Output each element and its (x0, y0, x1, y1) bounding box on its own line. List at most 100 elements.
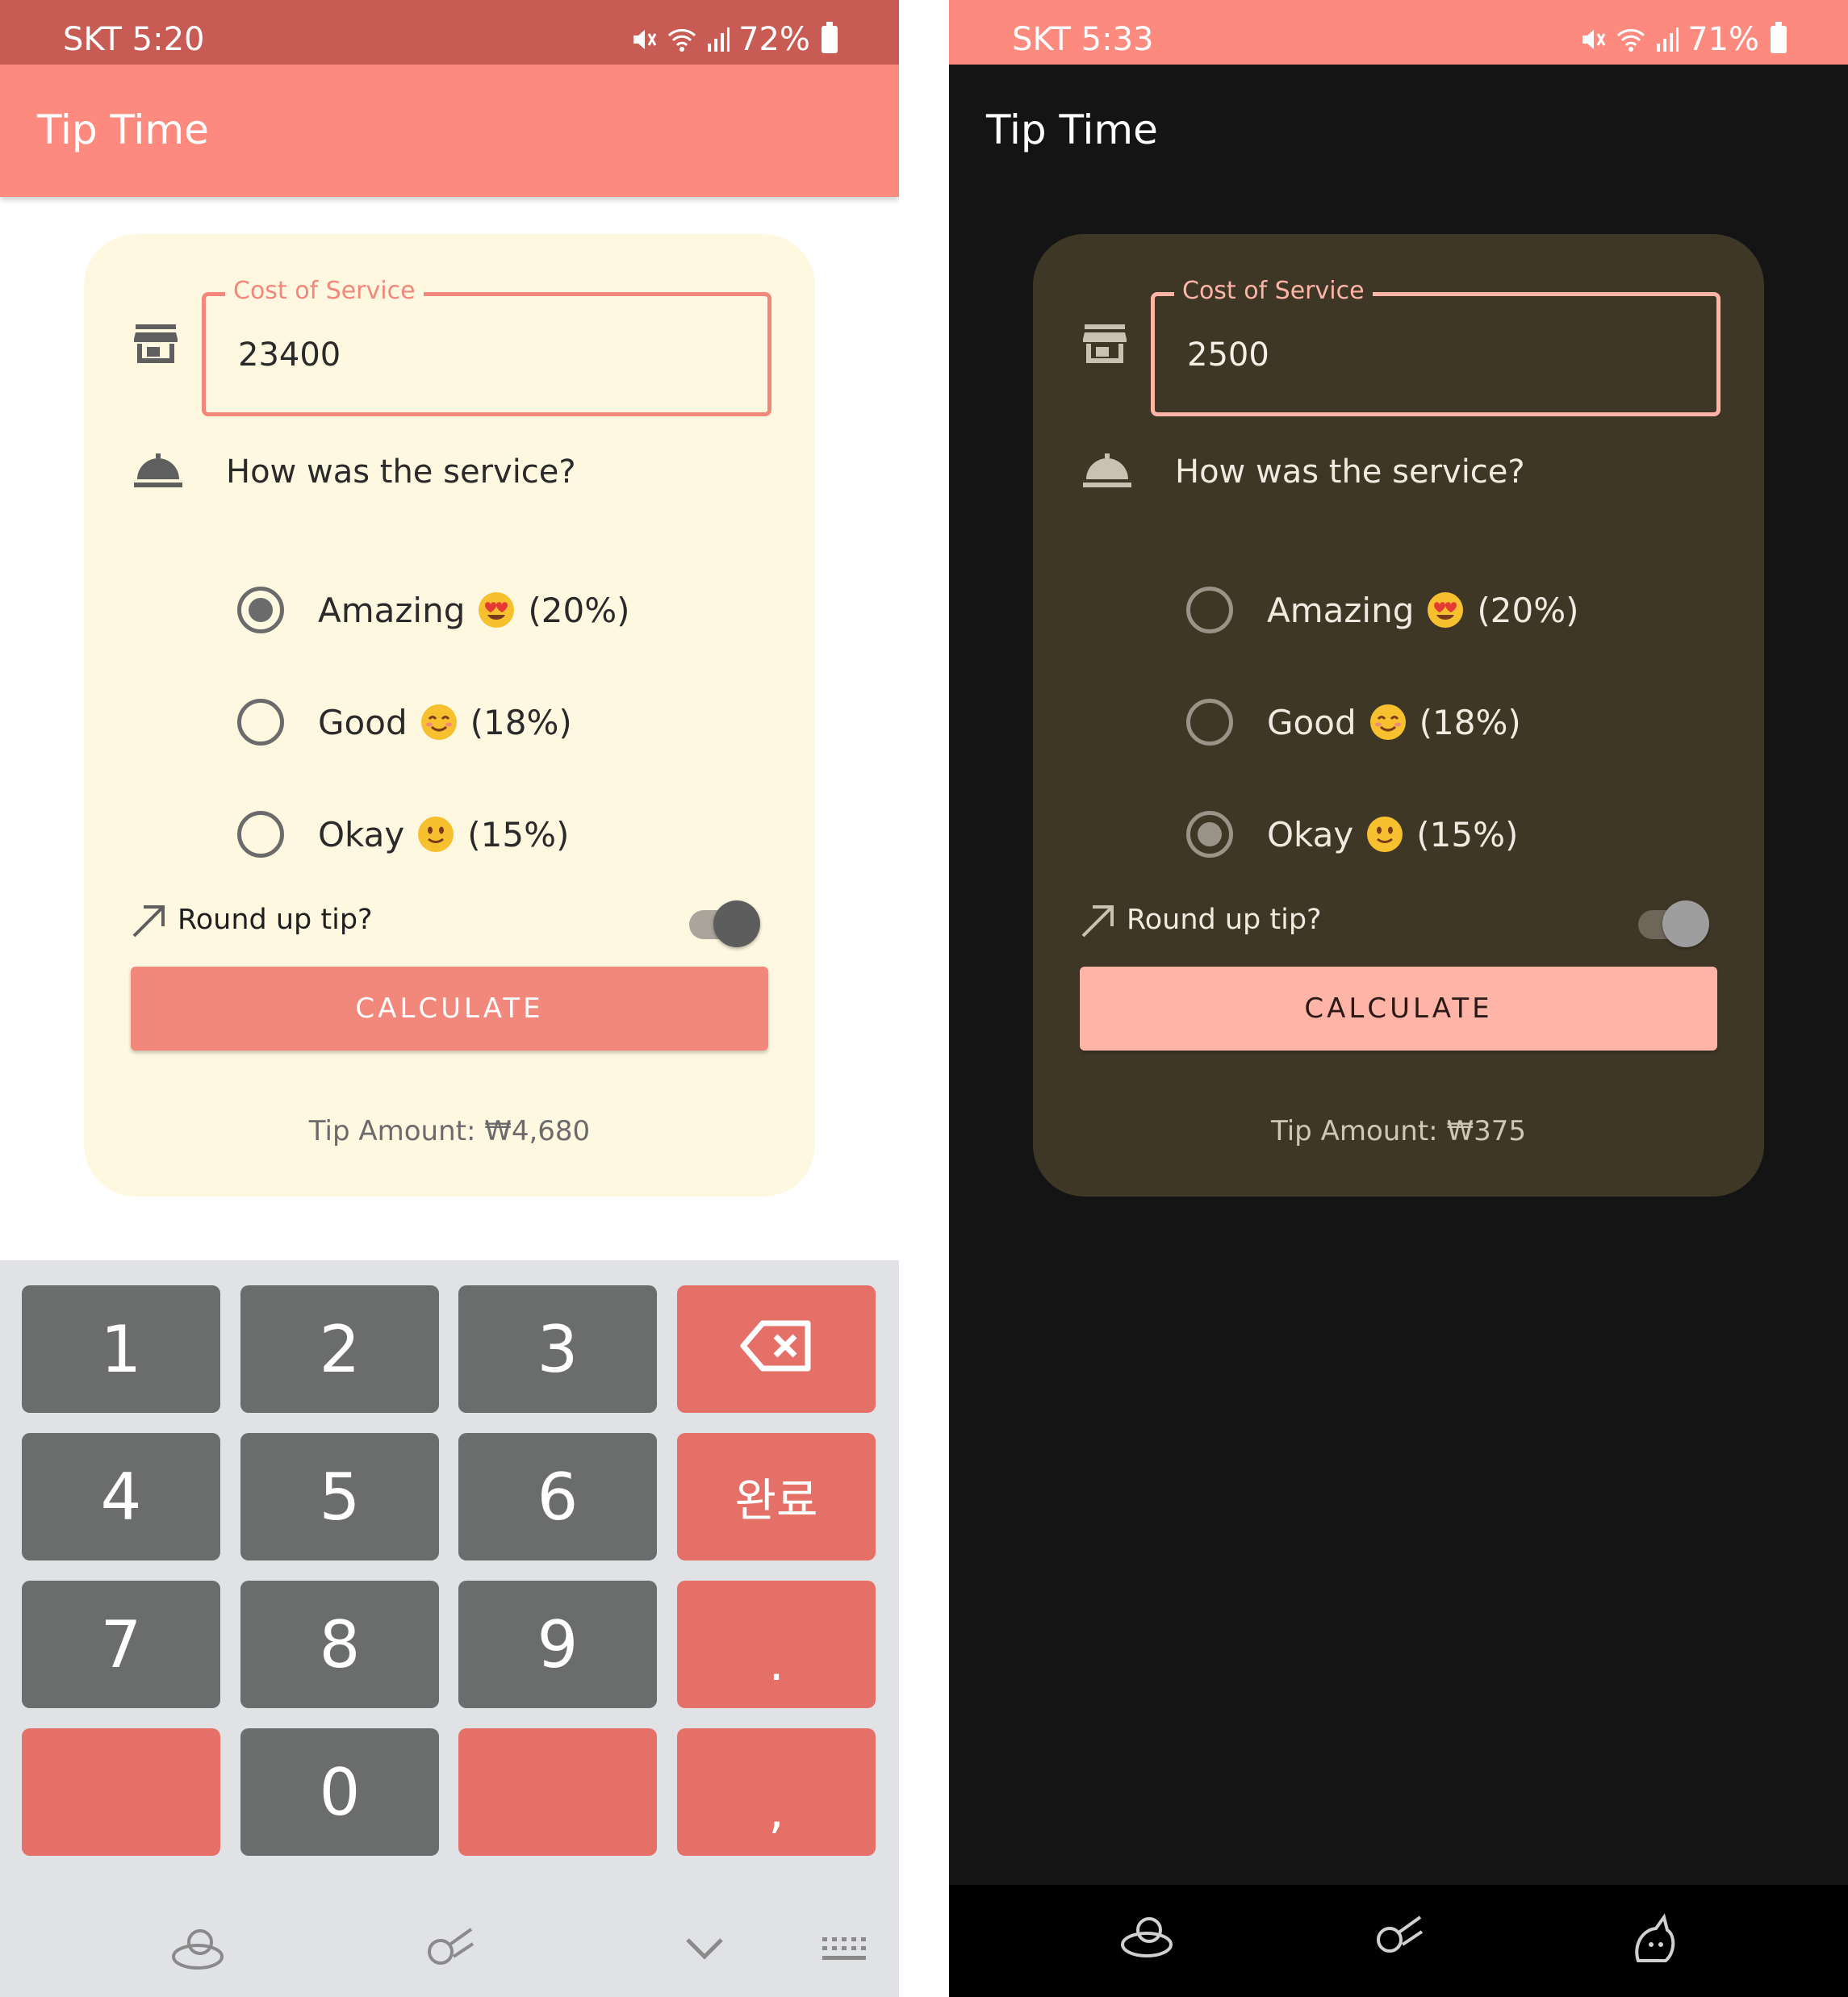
period-key[interactable]: . (677, 1581, 876, 1708)
sticker-icon[interactable] (169, 1920, 226, 1977)
signal-icon (1655, 26, 1679, 53)
status-bar: SKT 5:33 71% (949, 0, 1848, 65)
service-question: How was the service? (1175, 453, 1525, 491)
wifi-icon (666, 26, 698, 53)
wifi-icon (1615, 26, 1647, 53)
option-okay-label: Okay (1267, 814, 1354, 854)
tip-card: Cost of Service 2500 How was the service… (1033, 234, 1764, 1197)
slight-smile-emoji-icon (417, 816, 454, 853)
round-up-label: Round up tip? (1127, 904, 1322, 936)
chevron-down-icon[interactable] (676, 1920, 733, 1977)
room-service-icon (134, 450, 182, 489)
blank-key-right[interactable] (458, 1728, 657, 1856)
option-okay-percent: (15%) (467, 814, 570, 854)
app-bar: Tip Time (949, 65, 1848, 197)
key-9[interactable]: 9 (458, 1581, 657, 1708)
store-icon (133, 323, 178, 366)
key-1[interactable]: 1 (22, 1285, 220, 1413)
option-okay[interactable]: Okay (15%) (237, 810, 569, 859)
mute-icon (1579, 26, 1607, 53)
signal-icon (706, 26, 730, 53)
status-bar: SKT 5:20 72% (0, 0, 899, 65)
heart-eyes-emoji-icon (1427, 591, 1464, 629)
cost-of-service-label: Cost of Service (1174, 277, 1373, 305)
calculate-button[interactable]: CALCULATE (131, 967, 768, 1051)
key-0[interactable]: 0 (240, 1728, 439, 1856)
radio-okay[interactable] (237, 811, 284, 858)
numeric-keyboard: 1 2 3 4 5 6 완료 7 8 9 . 0 , (0, 1260, 899, 1997)
cost-of-service-value: 23400 (238, 336, 341, 374)
round-up-arrow-icon (1078, 900, 1118, 941)
option-okay[interactable]: Okay (15%) (1186, 810, 1518, 859)
option-good-label: Good (318, 702, 408, 742)
done-key[interactable]: 완료 (677, 1433, 876, 1560)
room-service-icon (1083, 450, 1131, 489)
round-up-switch[interactable] (684, 900, 760, 947)
key-7[interactable]: 7 (22, 1581, 220, 1708)
key-3[interactable]: 3 (458, 1285, 657, 1413)
option-amazing-percent: (20%) (1477, 590, 1579, 630)
right-phone-screen: SKT 5:33 71% Tip Time Cost of Service 25… (949, 0, 1848, 1997)
switch-thumb (713, 900, 760, 947)
keyboard-toolbar (0, 1898, 899, 1997)
radio-amazing[interactable] (1186, 587, 1233, 633)
round-up-switch[interactable] (1633, 900, 1709, 947)
option-good-label: Good (1267, 702, 1357, 742)
switch-thumb (1662, 900, 1709, 947)
radio-good[interactable] (237, 699, 284, 746)
backspace-key[interactable] (677, 1285, 876, 1413)
option-good-percent: (18%) (470, 702, 572, 742)
option-amazing-label: Amazing (1267, 590, 1415, 630)
sticker-icon[interactable] (1118, 1912, 1175, 1969)
battery-icon (822, 22, 838, 53)
option-okay-percent: (15%) (1416, 814, 1519, 854)
tip-amount-text: Tip Amount: ₩4,680 (308, 1115, 591, 1147)
option-okay-label: Okay (318, 814, 405, 854)
option-good[interactable]: Good (18%) (237, 698, 572, 746)
cost-of-service-input[interactable]: Cost of Service 23400 (202, 277, 771, 416)
option-amazing[interactable]: Amazing (20%) (1186, 586, 1579, 634)
status-carrier-time: SKT 5:20 (63, 21, 205, 58)
blank-key-left[interactable] (22, 1728, 220, 1856)
status-carrier-time: SKT 5:33 (1012, 21, 1154, 58)
app-title: Tip Time (37, 107, 209, 153)
radio-okay[interactable] (1186, 811, 1233, 858)
smiling-emoji-icon (420, 704, 458, 741)
comma-key[interactable]: , (677, 1728, 876, 1856)
option-good[interactable]: Good (18%) (1186, 698, 1521, 746)
option-amazing-percent: (20%) (528, 590, 630, 630)
round-up-label: Round up tip? (178, 904, 373, 936)
heart-eyes-emoji-icon (478, 591, 515, 629)
tip-amount-text: Tip Amount: ₩375 (1271, 1115, 1526, 1147)
radio-amazing[interactable] (237, 587, 284, 633)
slight-smile-emoji-icon (1366, 816, 1403, 853)
cost-of-service-value: 2500 (1187, 336, 1269, 374)
key-2[interactable]: 2 (240, 1285, 439, 1413)
cat-sticker-icon[interactable] (1627, 1912, 1683, 1969)
emoji-icon[interactable] (1370, 1912, 1427, 1969)
status-indicators: 72% (630, 21, 838, 58)
cost-of-service-input[interactable]: Cost of Service 2500 (1151, 277, 1720, 416)
calculate-button[interactable]: CALCULATE (1080, 967, 1717, 1051)
key-4[interactable]: 4 (22, 1433, 220, 1560)
option-amazing-label: Amazing (318, 590, 466, 630)
battery-percent: 71% (1687, 21, 1759, 58)
app-bar: Tip Time (0, 65, 899, 197)
emoji-icon[interactable] (421, 1920, 478, 1977)
tip-card: Cost of Service 23400 How was the servic… (84, 234, 815, 1197)
key-6[interactable]: 6 (458, 1433, 657, 1560)
keyboard-icon[interactable] (815, 1920, 872, 1977)
mute-icon (630, 26, 658, 53)
option-good-percent: (18%) (1419, 702, 1521, 742)
battery-percent: 72% (738, 21, 810, 58)
radio-good[interactable] (1186, 699, 1233, 746)
store-icon (1082, 323, 1127, 366)
app-title: Tip Time (986, 107, 1158, 153)
key-5[interactable]: 5 (240, 1433, 439, 1560)
option-amazing[interactable]: Amazing (20%) (237, 586, 630, 634)
smiling-emoji-icon (1369, 704, 1407, 741)
battery-icon (1771, 22, 1787, 53)
status-indicators: 71% (1579, 21, 1787, 58)
key-8[interactable]: 8 (240, 1581, 439, 1708)
bottom-nav-bar (949, 1885, 1848, 1997)
